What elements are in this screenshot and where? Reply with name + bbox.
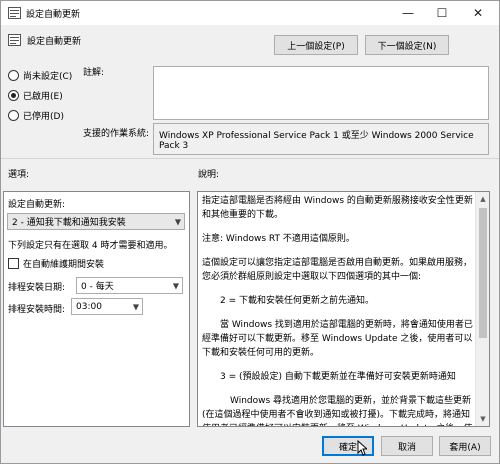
- schedule-time-dropdown[interactable]: 03:00 ▼: [71, 298, 143, 315]
- help-paragraph: 當 Windows 找到適用於這部電腦的更新時，將會通知使用者已經準備好可以下載…: [202, 320, 473, 358]
- comment-textbox[interactable]: [153, 66, 489, 120]
- policy-setting-icon: [8, 7, 21, 19]
- radio-disabled[interactable]: 已停用(D): [8, 109, 64, 122]
- help-paragraph: Windows 尋找適用於您電腦的更新，並於背景下載這些更新 (在這個過程中使用…: [202, 396, 472, 426]
- supported-on-value: Windows XP Professional Service Pack 1 或…: [153, 123, 489, 155]
- scroll-down-icon[interactable]: ▼: [476, 412, 489, 426]
- chevron-down-icon: ▼: [132, 302, 139, 311]
- schedule-day-dropdown[interactable]: 0 - 每天 ▼: [76, 277, 183, 294]
- apply-button[interactable]: 套用(A): [439, 436, 491, 456]
- previous-setting-button[interactable]: 上一個設定(P): [274, 35, 358, 55]
- minimize-button[interactable]: —: [391, 1, 425, 25]
- help-paragraph: 指定這部電腦是否將經由 Windows 的自動更新服務接收安全性更新和其他重要的…: [202, 196, 473, 220]
- help-paragraph: 3 = (預設設定) 自動下載更新並在準備好可安裝更新時通知: [220, 372, 456, 382]
- radio-label: 已啟用(E): [23, 92, 63, 102]
- radio-circle[interactable]: [8, 70, 19, 81]
- scroll-thumb[interactable]: [479, 208, 487, 338]
- policy-dialog: 設定自動更新 — ☐ ✕ 設定自動更新 上一個設定(P) 下一個設定(N) 尚未…: [0, 0, 500, 464]
- mouse-cursor-icon: [357, 440, 367, 456]
- dropdown-value: 0 - 每天: [81, 282, 114, 292]
- configure-updates-label: 設定自動更新:: [8, 200, 66, 210]
- help-panel: 指定這部電腦是否將經由 Windows 的自動更新服務接收安全性更新和其他重要的…: [197, 191, 490, 427]
- schedule-time-label: 排程安裝時間:: [8, 305, 66, 315]
- window-title: 設定自動更新: [26, 10, 81, 20]
- title-bar: 設定自動更新 — ☐ ✕: [1, 1, 499, 25]
- chevron-down-icon: ▼: [172, 281, 179, 290]
- maintenance-checkbox-row[interactable]: 在自動維護期間安裝: [8, 257, 104, 270]
- maintenance-checkbox[interactable]: [8, 258, 19, 269]
- setting-title: 設定自動更新: [27, 37, 82, 47]
- help-section-label: 說明:: [198, 170, 220, 180]
- dropdown-value: 2 - 通知我下載和通知我安裝: [12, 218, 126, 228]
- maximize-button[interactable]: ☐: [425, 1, 459, 25]
- help-paragraph: 這個設定可以讓您指定這部電腦是否啟用自動更新。如果啟用服務，您必須於群組原則設定…: [202, 258, 473, 282]
- comment-label: 註解:: [83, 68, 105, 78]
- configure-updates-dropdown[interactable]: 2 - 通知我下載和通知我安裝 ▼: [7, 213, 185, 230]
- help-text: 指定這部電腦是否將經由 Windows 的自動更新服務接收安全性更新和其他重要的…: [202, 194, 474, 426]
- radio-label: 尚未設定(C): [23, 72, 73, 82]
- dropdown-value: 03:00: [76, 301, 102, 312]
- options-panel: 設定自動更新: 2 - 通知我下載和通知我安裝 ▼ 下列設定只有在選取 4 時才…: [3, 191, 190, 427]
- radio-circle[interactable]: [8, 110, 19, 121]
- help-paragraph: 注意: Windows RT 不適用這個原則。: [202, 234, 355, 244]
- radio-enabled[interactable]: 已啟用(E): [8, 89, 63, 102]
- maintenance-label: 在自動維護期間安裝: [23, 260, 105, 270]
- scroll-up-icon[interactable]: ▲: [476, 192, 489, 206]
- policy-setting-icon: [8, 34, 21, 46]
- options-section-label: 選項:: [8, 170, 30, 180]
- next-setting-button[interactable]: 下一個設定(N): [365, 35, 449, 55]
- chevron-down-icon: ▼: [174, 217, 181, 226]
- help-paragraph: 2 = 下載和安裝任何更新之前先通知。: [220, 296, 374, 306]
- schedule-day-label: 排程安裝日期:: [8, 283, 66, 293]
- radio-label: 已停用(D): [23, 112, 64, 122]
- cancel-button[interactable]: 取消: [381, 436, 433, 456]
- help-scrollbar[interactable]: ▲ ▼: [475, 192, 489, 426]
- section-divider: [1, 158, 499, 159]
- options-note: 下列設定只有在選取 4 時才需要和適用。: [8, 241, 173, 251]
- radio-circle-checked[interactable]: [8, 90, 19, 101]
- close-button[interactable]: ✕: [461, 1, 495, 25]
- radio-not-configured[interactable]: 尚未設定(C): [8, 69, 72, 82]
- supported-on-label: 支援的作業系統:: [83, 129, 150, 139]
